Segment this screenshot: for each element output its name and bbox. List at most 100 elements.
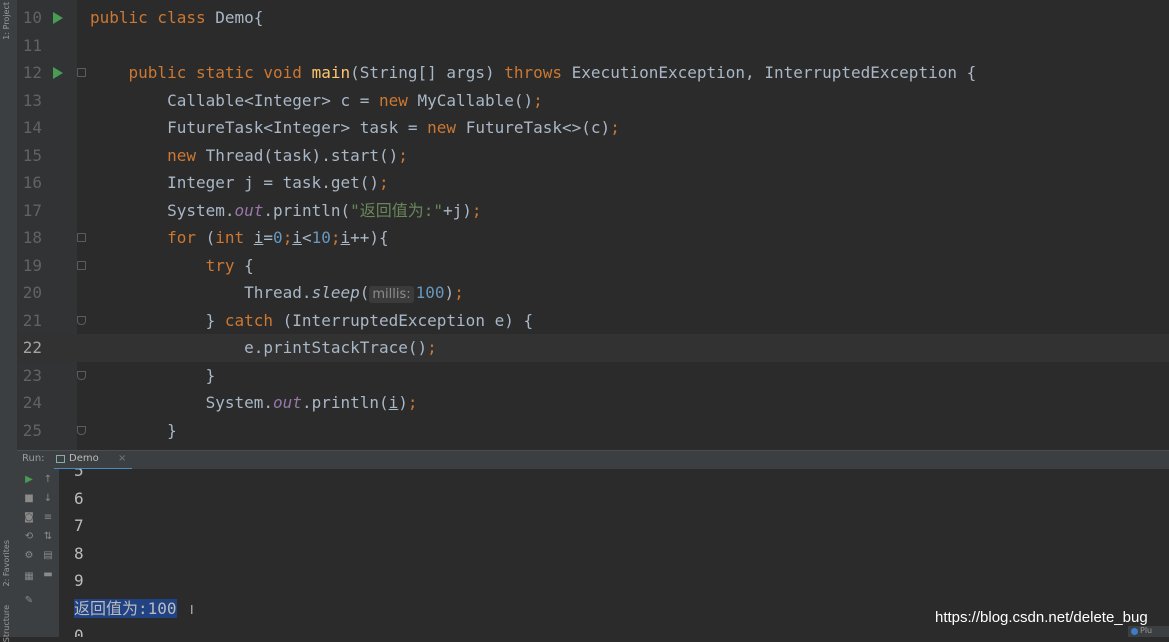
code-token: ;	[610, 118, 620, 137]
code-token: =	[263, 228, 274, 247]
run-icon[interactable]: ▶	[23, 474, 35, 486]
line-number[interactable]: 20	[17, 279, 42, 307]
code-token: Thread(task).start()	[205, 145, 399, 165]
run-gutter-icon[interactable]	[53, 12, 63, 24]
line-number[interactable]: 24	[17, 389, 42, 417]
line-number[interactable]: 23	[17, 362, 42, 390]
code-token: ;	[398, 145, 408, 165]
layout-icon[interactable]: ▦	[23, 571, 35, 583]
run-config-icon	[56, 455, 65, 463]
fold-marker-icon[interactable]	[77, 370, 86, 380]
code-line[interactable]: 22 e.printStackTrace();	[17, 334, 1169, 362]
code-line[interactable]: 23 }	[17, 362, 1169, 390]
code-line[interactable]: 24 System.out.println(i);	[17, 389, 1169, 417]
line-number[interactable]: 17	[17, 197, 42, 225]
project-tool-label[interactable]: 1: Project	[2, 2, 11, 40]
code-line[interactable]: 17 System.out.println("返回值为:"+j);	[17, 197, 1169, 225]
code-token: main	[311, 63, 351, 82]
line-number[interactable]: 11	[17, 32, 42, 60]
code-line[interactable]: 16 Integer j = task.get();	[17, 169, 1169, 197]
line-number[interactable]: 13	[17, 87, 42, 115]
code-token: 0	[273, 228, 283, 247]
code-token: throws	[504, 63, 572, 82]
code-text: e.printStackTrace();	[90, 334, 437, 362]
line-number[interactable]: 19	[17, 252, 42, 280]
code-token: )	[398, 393, 408, 412]
code-token: }	[90, 310, 225, 330]
code-line[interactable]: 20 Thread.sleep(millis: 100);	[17, 279, 1169, 307]
code-text: System.out.println(i);	[90, 389, 418, 417]
settings-icon[interactable]: ⚙	[23, 550, 35, 562]
fold-marker-icon[interactable]	[77, 425, 86, 435]
up-arrow-icon[interactable]: ↑	[42, 474, 54, 486]
print-icon[interactable]: ▤	[42, 550, 54, 562]
code-token: +j)	[443, 200, 472, 220]
code-line[interactable]: 25 }	[17, 417, 1169, 445]
trash-icon[interactable]: ▬	[42, 569, 54, 581]
code-token: Thread.	[90, 283, 312, 302]
code-line[interactable]: 15 new Thread(task).start();	[17, 142, 1169, 170]
sort-icon[interactable]: ⇅	[42, 531, 54, 543]
code-token: catch	[224, 310, 283, 330]
code-token: (	[359, 283, 370, 302]
code-token: int	[215, 228, 254, 247]
code-token: {	[244, 255, 254, 275]
status-corner[interactable]: Plu	[1128, 626, 1169, 637]
structure-tool-label[interactable]: Structure	[2, 605, 11, 642]
tab-demo[interactable]: Demo ×	[54, 451, 132, 470]
output-text: 7	[74, 516, 84, 535]
line-number[interactable]: 10	[17, 4, 42, 32]
code-editor[interactable]: 10 public class Demo{ 11 12 public static v…	[17, 0, 1169, 450]
code-line[interactable]: 13 Callable<Integer> c = new MyCallable(…	[17, 87, 1169, 115]
code-line[interactable]: 19 try {	[17, 252, 1169, 280]
output-text: 5	[74, 469, 84, 480]
code-line[interactable]: 18 for (int i=0;i<10;i++){	[17, 224, 1169, 252]
code-token: Callable<Integer> c =	[90, 90, 379, 110]
code-line[interactable]: 12 public static void main(String[] args…	[17, 59, 1169, 87]
code-line[interactable]: 21 } catch (InterruptedException e) {	[17, 307, 1169, 335]
camera-icon[interactable]: ◙	[23, 512, 35, 524]
favorites-tool-label[interactable]: 2: Favorites	[2, 540, 11, 586]
wrap-icon[interactable]: ≡	[42, 512, 54, 524]
code-token: (	[205, 228, 216, 247]
code-text: } catch (InterruptedException e) {	[90, 307, 534, 335]
fold-marker-icon[interactable]	[77, 315, 86, 325]
line-number[interactable]: 22	[17, 334, 42, 362]
code-text: public class Demo{	[90, 4, 263, 32]
line-number[interactable]: 12	[17, 59, 42, 87]
code-token: public class	[90, 8, 216, 27]
code-text: for (int i=0;i<10;i++){	[90, 224, 389, 252]
fold-marker-icon[interactable]	[77, 233, 86, 242]
rerun-icon[interactable]: ⟲	[23, 531, 35, 543]
run-gutter-icon[interactable]	[53, 67, 63, 79]
line-number[interactable]: 18	[17, 224, 42, 252]
stop-icon[interactable]: ■	[23, 493, 35, 505]
code-line[interactable]: 14 FutureTask<Integer> task = new Future…	[17, 114, 1169, 142]
code-text: Integer j = task.get();	[90, 169, 389, 197]
code-line[interactable]: 10 public class Demo{	[17, 4, 1169, 32]
fold-marker-icon[interactable]	[77, 260, 86, 270]
code-token: ;	[330, 228, 341, 247]
line-number[interactable]: 15	[17, 142, 42, 170]
code-line[interactable]: 11	[17, 32, 1169, 60]
close-tab-icon[interactable]: ×	[118, 453, 126, 464]
pin-icon[interactable]: ✎	[23, 595, 35, 607]
run-toolbar: ▶ ↑ ■ ↓ ◙ ≡ ⟲ ⇅ ⚙ ▤ ▦ ▬ ✎	[17, 469, 59, 637]
line-number[interactable]: 21	[17, 307, 42, 335]
line-number[interactable]: 14	[17, 114, 42, 142]
code-text: public static void main(String[] args) t…	[90, 59, 977, 87]
console-line: 8	[74, 540, 84, 567]
line-number[interactable]: 25	[17, 417, 42, 445]
code-token: for	[167, 228, 206, 247]
parameter-hint: millis:	[369, 286, 414, 303]
code-token: }	[90, 420, 177, 440]
code-token: ExecutionException, InterruptedException…	[571, 63, 977, 82]
fold-marker-icon[interactable]	[77, 68, 86, 77]
run-label: Run:	[22, 453, 45, 464]
code-token: sleep	[311, 283, 360, 302]
line-number[interactable]: 16	[17, 169, 42, 197]
code-token: ;	[454, 283, 464, 302]
code-token: }	[90, 365, 216, 385]
down-arrow-icon[interactable]: ↓	[42, 493, 54, 505]
